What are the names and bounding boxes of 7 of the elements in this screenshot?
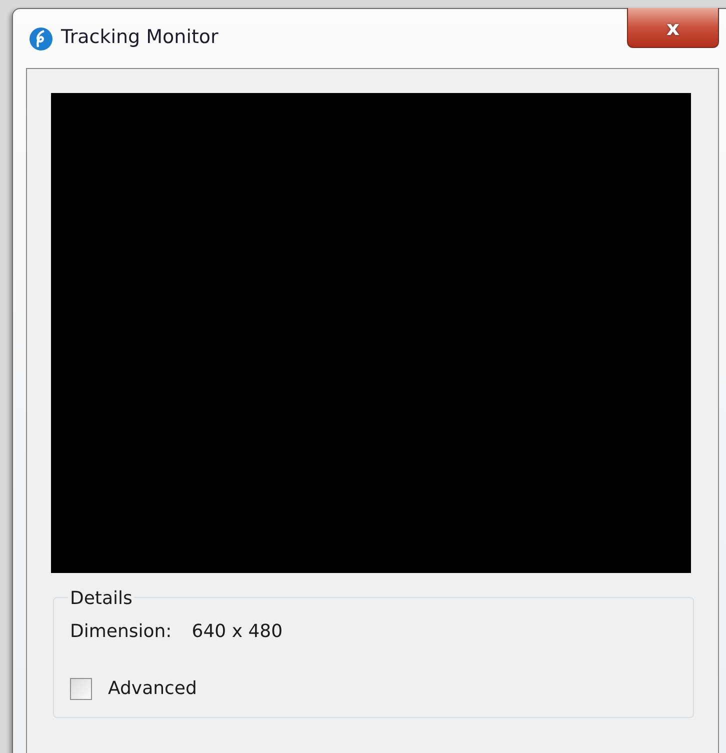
dimension-value: 640 x 480 [192,620,283,644]
close-button[interactable]: x [627,8,719,48]
app-icon [29,26,53,50]
advanced-checkbox[interactable] [70,678,92,700]
window-title: Tracking Monitor [61,25,218,50]
dimension-label: Dimension: [70,620,172,644]
checkbox-label[interactable]: Advanced [108,675,197,702]
